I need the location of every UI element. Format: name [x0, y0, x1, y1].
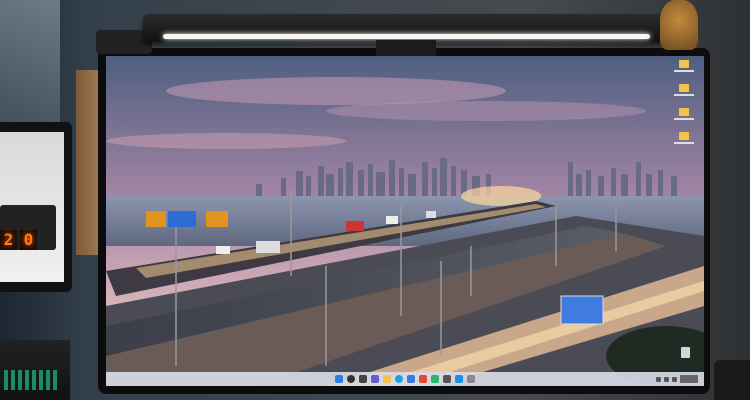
desktop-folder[interactable]: [674, 132, 694, 144]
desktop-folder[interactable]: [674, 108, 694, 120]
taskbar-icons: [335, 375, 475, 383]
cloud: [326, 101, 646, 121]
store-icon[interactable]: [407, 375, 415, 383]
desktop-folder[interactable]: [674, 60, 694, 72]
desktop-icons: [672, 60, 696, 144]
app-icon[interactable]: [455, 375, 463, 383]
nixie-digit: 0: [20, 230, 37, 250]
recycle-bin-icon[interactable]: [681, 347, 690, 358]
wifi-icon[interactable]: [664, 376, 669, 382]
road-sign: [168, 211, 196, 227]
folder-icon: [679, 132, 689, 140]
cloud: [106, 133, 346, 149]
app-icon[interactable]: [431, 375, 439, 383]
folder-icon: [679, 60, 689, 68]
nixie-clock-display: 2 0: [0, 230, 37, 250]
search-icon[interactable]: [347, 375, 355, 383]
light-bar-glow: [163, 34, 650, 39]
browser-icon[interactable]: [395, 375, 403, 383]
mail-icon[interactable]: [419, 375, 427, 383]
app-icon[interactable]: [467, 375, 475, 383]
system-tray: [656, 374, 698, 384]
cloud: [166, 77, 506, 105]
taskview-icon[interactable]: [359, 375, 367, 383]
start-icon[interactable]: [335, 375, 343, 383]
billboard: [560, 295, 604, 325]
city-wallpaper: [106, 56, 704, 386]
taskbar: [106, 372, 704, 386]
folder-label: [674, 94, 694, 96]
folder-icon: [679, 108, 689, 116]
monitor-light-bar: [143, 14, 670, 42]
keyboard-backlight: [4, 370, 59, 390]
desk-figurine: [660, 0, 698, 50]
chevron-up-icon[interactable]: [656, 376, 661, 382]
folder-label: [674, 70, 694, 72]
folder-label: [674, 118, 694, 120]
monitor-screen: [106, 56, 704, 386]
chat-icon[interactable]: [371, 375, 379, 383]
desktop-folder[interactable]: [674, 84, 694, 96]
folder-icon: [679, 84, 689, 92]
road-sign: [146, 211, 166, 227]
clock[interactable]: [680, 375, 698, 383]
app-icon[interactable]: [443, 375, 451, 383]
volume-icon[interactable]: [672, 376, 677, 382]
explorer-icon[interactable]: [383, 375, 391, 383]
folder-label: [674, 142, 694, 144]
nixie-digit: 2: [0, 230, 17, 250]
light-bar-clip: [376, 40, 436, 56]
window-light: [0, 0, 60, 130]
desk-device: [714, 360, 750, 400]
road-sign: [206, 211, 228, 227]
rgb-keyboard: [0, 340, 70, 400]
